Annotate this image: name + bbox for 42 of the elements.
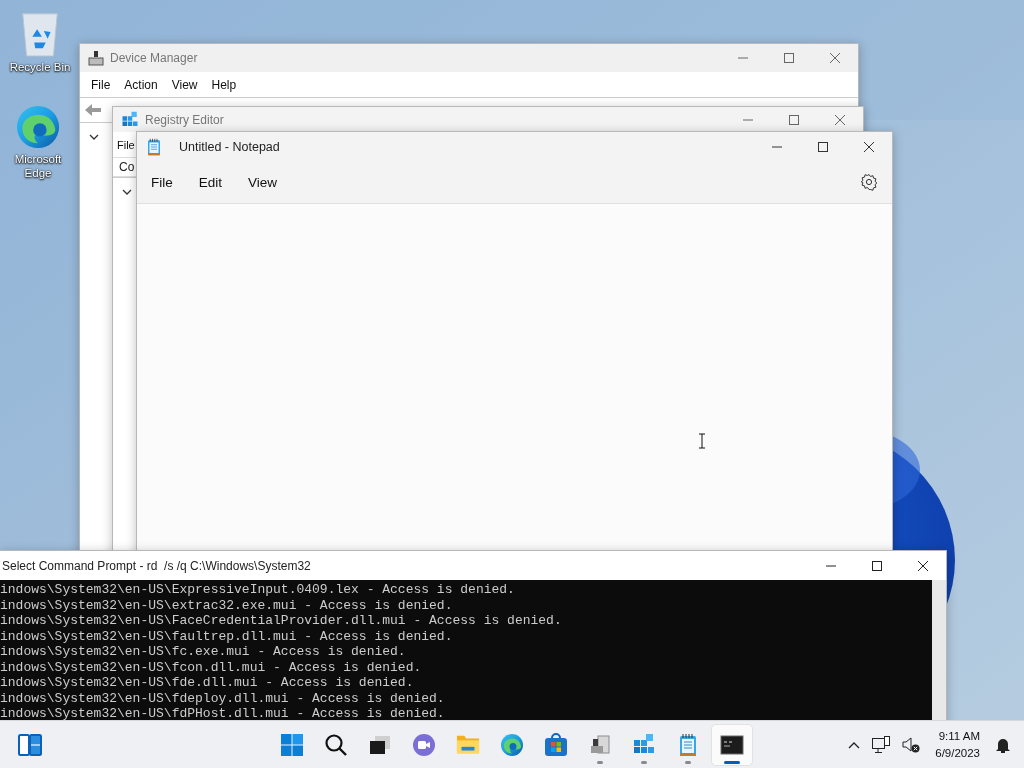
search-icon xyxy=(324,732,348,757)
window-title: Device Manager xyxy=(110,51,199,65)
console-line: indows\System32\en-US\extrac32.exe.mui - Access is denied. xyxy=(0,597,454,613)
date-text: 6/9/2023 xyxy=(935,745,980,761)
menu-item[interactable]: File xyxy=(84,77,118,92)
menu-item[interactable]: Action xyxy=(117,77,165,92)
cube-cluster-icon xyxy=(121,110,139,129)
browser-icon xyxy=(500,732,524,757)
menu-item[interactable]: Edit xyxy=(188,174,233,190)
clock-button[interactable]: 9:11 AM 6/9/2023 xyxy=(929,727,986,762)
notepad-icon xyxy=(145,137,163,156)
menu-item[interactable]: File xyxy=(117,138,135,151)
window-title: Untitled - Notepad xyxy=(179,139,281,154)
menu-item[interactable]: File xyxy=(141,174,183,190)
time-text: 9:11 AM xyxy=(938,728,980,744)
terminal-icon xyxy=(720,732,744,757)
windows-logo-icon xyxy=(280,732,304,757)
shopping-bag-icon xyxy=(544,732,568,757)
window-title: Registry Editor xyxy=(145,112,225,127)
menu-item[interactable]: View xyxy=(238,174,288,190)
console-line: indows\System32\en-US\fcon.dll.mui - Access is denied. xyxy=(0,659,423,675)
console-line: indows\System32\en-US\fde.dll.mui - Access is denied. xyxy=(0,675,415,691)
text-cursor-icon xyxy=(698,433,706,449)
browser-icon[interactable] xyxy=(15,104,61,150)
window-title: Select Command Prompt - rd /s /q C:\Windows\System32 xyxy=(2,558,312,573)
settings-button[interactable] xyxy=(860,173,878,191)
device-icon xyxy=(88,50,104,66)
menu-item[interactable]: View xyxy=(164,77,205,92)
console-line: indows\System32\en-US\faultrep.dll.mui - Access is denied. xyxy=(0,628,454,644)
console-line: indows\System32\en-US\fdPHost.dll.mui - Access is denied. xyxy=(0,706,446,720)
video-chat-icon xyxy=(412,732,436,757)
console-line: indows\System32\en-US\FaceCredentialProvider.dll.mui - Access is denied. xyxy=(0,613,563,629)
console-line: indows\System32\en-US\fdeploy.dll.mui - Access is denied. xyxy=(0,690,446,706)
menu-item[interactable]: Help xyxy=(204,77,244,92)
address-text: Co xyxy=(119,160,135,174)
taskbar-button[interactable] xyxy=(712,724,752,765)
console-line: indows\System32\en-US\ExpressiveInput.0409.lex - Access is denied. xyxy=(0,582,516,598)
computer-device-icon xyxy=(588,732,612,757)
folder-icon xyxy=(456,733,480,756)
scrollbar[interactable] xyxy=(932,580,946,720)
console-line: indows\System32\en-US\fc.exe.mui - Access is denied. xyxy=(0,644,407,660)
back-arrow-icon[interactable] xyxy=(84,102,102,118)
